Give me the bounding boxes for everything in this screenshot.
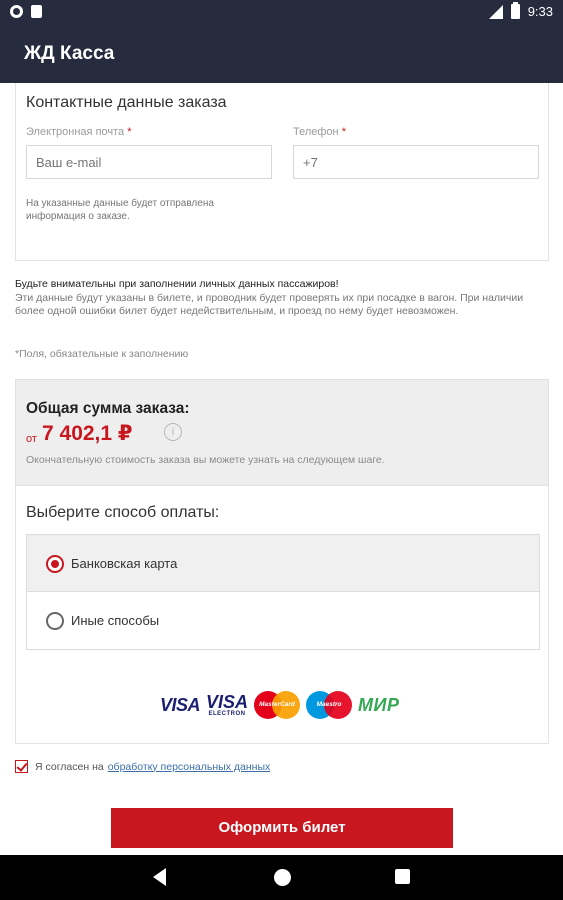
- contact-section: Контактные данные заказа Электронная поч…: [15, 83, 549, 261]
- email-label: Электронная почта *: [26, 126, 132, 138]
- total-amount: 7 402,1 ₽: [42, 422, 133, 445]
- email-field[interactable]: [26, 145, 272, 179]
- back-icon[interactable]: [153, 868, 166, 886]
- status-bar: 9:33: [0, 0, 563, 25]
- warning-heading: Будьте внимательны при заполнении личных…: [15, 278, 339, 290]
- visa-logo: VISA: [160, 694, 201, 715]
- payment-section: Выберите способ оплаты: Банковская карта…: [15, 486, 549, 744]
- visa-electron-logo: VISA ELECTRON: [206, 692, 249, 717]
- notification-circle-icon: [10, 5, 23, 18]
- sd-card-icon: [31, 5, 42, 18]
- payment-title: Выберите способ оплаты:: [26, 504, 220, 521]
- mastercard-logo: MasterCard: [254, 691, 301, 719]
- required-mark: *: [341, 126, 346, 138]
- required-mark: *: [127, 126, 132, 138]
- order-total-panel: Общая сумма заказа: от 7 402,1 ₽ i Оконч…: [15, 379, 549, 486]
- status-time: 9:33: [527, 4, 553, 19]
- recent-apps-icon[interactable]: [395, 869, 410, 884]
- contact-note: На указанные данные будет отправлена инф…: [26, 198, 214, 222]
- payment-option-label: Иные способы: [71, 613, 160, 628]
- passenger-data-warning: Будьте внимательны при заполнении личных…: [15, 278, 535, 319]
- app-bar: ЖД Касса: [0, 25, 563, 83]
- app-title: ЖД Касса: [24, 43, 115, 64]
- phone-label: Телефон *: [293, 126, 346, 138]
- payment-option-bank-card[interactable]: Банковская карта: [27, 535, 539, 592]
- agreement-text: Я согласен на: [35, 760, 104, 773]
- total-note: Окончательную стоимость заказа вы можете…: [26, 454, 385, 466]
- submit-ticket-button[interactable]: Оформить билет: [111, 808, 453, 848]
- card-logos: VISA VISA ELECTRON MasterCard Maestro МИ…: [160, 689, 399, 721]
- warning-text: Эти данные будут указаны в билете, и про…: [15, 291, 524, 318]
- battery-icon: [510, 2, 520, 19]
- agreement-row: Я согласен на обработку персональных дан…: [15, 760, 270, 773]
- radio-selected-icon[interactable]: [46, 555, 64, 573]
- home-icon[interactable]: [274, 869, 291, 886]
- maestro-logo: Maestro: [306, 691, 353, 719]
- required-fields-note: *Поля, обязательные к заполнению: [15, 348, 189, 360]
- signal-icon: [488, 4, 503, 19]
- radio-unselected-icon[interactable]: [46, 612, 64, 630]
- payment-option-label: Банковская карта: [71, 556, 178, 571]
- phone-field[interactable]: [293, 145, 539, 179]
- mir-logo: МИР: [358, 694, 400, 715]
- main-content[interactable]: Контактные данные заказа Электронная поч…: [0, 83, 563, 855]
- total-title: Общая сумма заказа:: [26, 400, 190, 417]
- system-nav-bar: [0, 855, 563, 900]
- payment-option-other[interactable]: Иные способы: [27, 592, 539, 649]
- info-icon[interactable]: i: [164, 423, 182, 441]
- personal-data-link[interactable]: обработку персональных данных: [108, 761, 271, 773]
- total-from-label: от: [26, 433, 37, 445]
- contact-section-title: Контактные данные заказа: [26, 94, 227, 111]
- payment-options: Банковская карта Иные способы: [26, 534, 540, 650]
- agreement-checkbox[interactable]: [15, 760, 28, 773]
